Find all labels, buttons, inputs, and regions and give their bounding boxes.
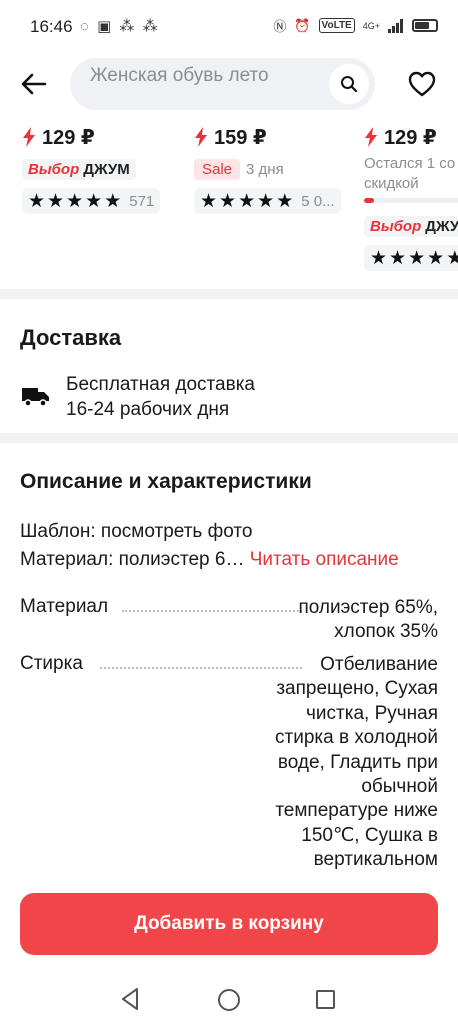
search-button[interactable]	[329, 64, 369, 104]
material-line: Материал: полиэстер 6… Читать описание	[20, 549, 399, 571]
system-nav-bar	[0, 975, 458, 1024]
rating-stars: ★ ★ ★ ★ ★	[370, 247, 458, 269]
spec-value: Отбеливание запрещено, Сухая чистка, Руч…	[275, 654, 438, 871]
template-line: Шаблон: посмотреть фото	[20, 521, 253, 542]
section-divider	[0, 289, 458, 299]
search-input[interactable]: Женская обувь лето	[70, 58, 375, 110]
add-to-cart-button[interactable]: Добавить в корзину	[20, 893, 438, 955]
nav-home-icon[interactable]	[218, 989, 240, 1011]
lightning-icon	[365, 127, 377, 147]
nfc-icon: Ⓝ	[273, 19, 287, 34]
read-description-link[interactable]: Читать описание	[250, 549, 399, 570]
spec-value: полиэстер 65%, хлопок 35%	[298, 597, 438, 643]
sale-duration: 3 дня	[246, 160, 284, 178]
search-icon	[341, 76, 358, 93]
product-rating: ★ ★ ★ ★ ★ 571	[22, 188, 161, 214]
battery-icon	[412, 19, 438, 32]
product-card[interactable]: 129 ₽ Выбор ДЖУМ ★ ★ ★ ★ ★ 571	[22, 120, 161, 214]
spec-row-washing: Стирка Отбеливание запрещено, Сухая чист…	[20, 653, 438, 873]
volte-icon: VoLTE	[318, 18, 355, 33]
nav-back-icon[interactable]	[120, 987, 140, 1011]
alarm-icon: ⏰	[294, 17, 311, 33]
spec-name: Материал	[20, 596, 109, 617]
product-price: 159 ₽	[214, 126, 267, 149]
rating-stars: ★ ★ ★ ★ ★	[200, 190, 294, 212]
product-card[interactable]: 159 ₽ Sale 3 дня ★ ★ ★ ★ ★ 5 0...	[194, 120, 341, 214]
arrow-left-icon	[21, 73, 47, 95]
app-header: Женская обувь лето	[0, 54, 458, 114]
lightning-icon	[23, 127, 35, 147]
choice-badge: Выбор ДЖУМ	[22, 158, 136, 180]
section-divider	[0, 433, 458, 443]
status-bar: 16:46 ◌ ▣ ⁂ ⁂ Ⓝ ⏰ VoLTE 4G+	[0, 0, 458, 54]
similar-products-row[interactable]: 129 ₽ Выбор ДЖУМ ★ ★ ★ ★ ★ 571 159 ₽ Sale 3 …	[0, 120, 458, 280]
material-summary: Материал: полиэстер 6…	[20, 549, 245, 570]
product-rating: ★ ★ ★ ★ ★ 5 0...	[194, 188, 341, 214]
product-price: 129 ₽	[384, 126, 437, 149]
system-icons: Ⓝ ⏰ VoLTE 4G+	[273, 16, 438, 35]
spec-row-material: Материал полиэстер 65%, хлопок 35%	[20, 596, 438, 644]
choice-badge: Выбор ДЖУМ	[364, 215, 458, 237]
lightning-icon	[195, 127, 207, 147]
delivery-free-label: Бесплатная доставка	[66, 374, 255, 395]
rating-count: 571	[129, 192, 155, 210]
spec-name: Стирка	[20, 653, 83, 674]
stock-left-text-2: скидкой	[364, 175, 419, 192]
favorite-button[interactable]	[402, 64, 442, 104]
nav-recents-icon[interactable]	[316, 990, 335, 1009]
description-title: Описание и характеристики	[20, 470, 312, 493]
delivery-time-label: 16-24 рабочих дня	[66, 399, 230, 420]
product-rating: ★ ★ ★ ★ ★	[364, 245, 458, 271]
status-time: 16:46	[30, 17, 73, 36]
back-button[interactable]	[14, 66, 54, 102]
product-card[interactable]: 129 ₽ Остался 1 со скидкой Выбор ДЖУМ ★★…	[364, 120, 458, 271]
signal-icon	[388, 18, 403, 33]
spec-leader-dots	[100, 667, 302, 669]
notification-icons: ◌ ▣ ⁂ ⁂	[80, 18, 160, 35]
stock-progress	[364, 198, 458, 203]
stock-progress-fill	[364, 198, 374, 203]
search-query: Женская обувь лето	[90, 65, 269, 86]
heart-icon	[408, 71, 436, 97]
stock-left-text: Остался 1 со	[364, 155, 456, 172]
rating-count: 5 0...	[301, 192, 335, 210]
sale-badge: Sale	[194, 158, 241, 180]
rating-stars: ★ ★ ★ ★ ★	[28, 190, 122, 212]
product-price: 129 ₽	[42, 126, 95, 149]
delivery-title: Доставка	[20, 325, 122, 350]
network-label: 4G+	[362, 20, 380, 31]
truck-icon	[22, 388, 49, 407]
spec-leader-dots	[122, 610, 302, 612]
